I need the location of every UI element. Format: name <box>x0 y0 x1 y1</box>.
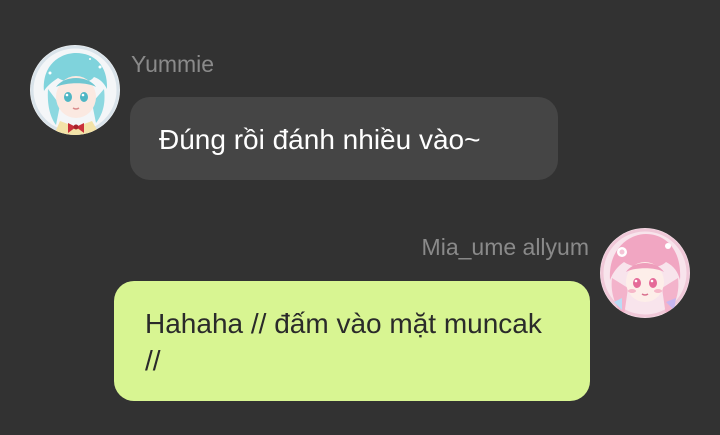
avatar-mia[interactable] <box>600 228 690 318</box>
message-bubble-received[interactable]: Đúng rồi đánh nhiều vào~ <box>130 97 558 180</box>
avatar-yummie[interactable] <box>30 45 120 135</box>
sender-name-mia: Mia_ume allyum <box>421 234 589 260</box>
avatar-yummie-image <box>30 45 120 135</box>
message-text-sent: Hahaha // đấm vào mặt muncak // <box>145 308 542 376</box>
avatar-mia-image <box>600 228 690 318</box>
message-text-received: Đúng rồi đánh nhiều vào~ <box>159 124 481 155</box>
sender-name-yummie: Yummie <box>131 51 215 77</box>
message-bubble-sent[interactable]: Hahaha // đấm vào mặt muncak // <box>114 281 590 401</box>
